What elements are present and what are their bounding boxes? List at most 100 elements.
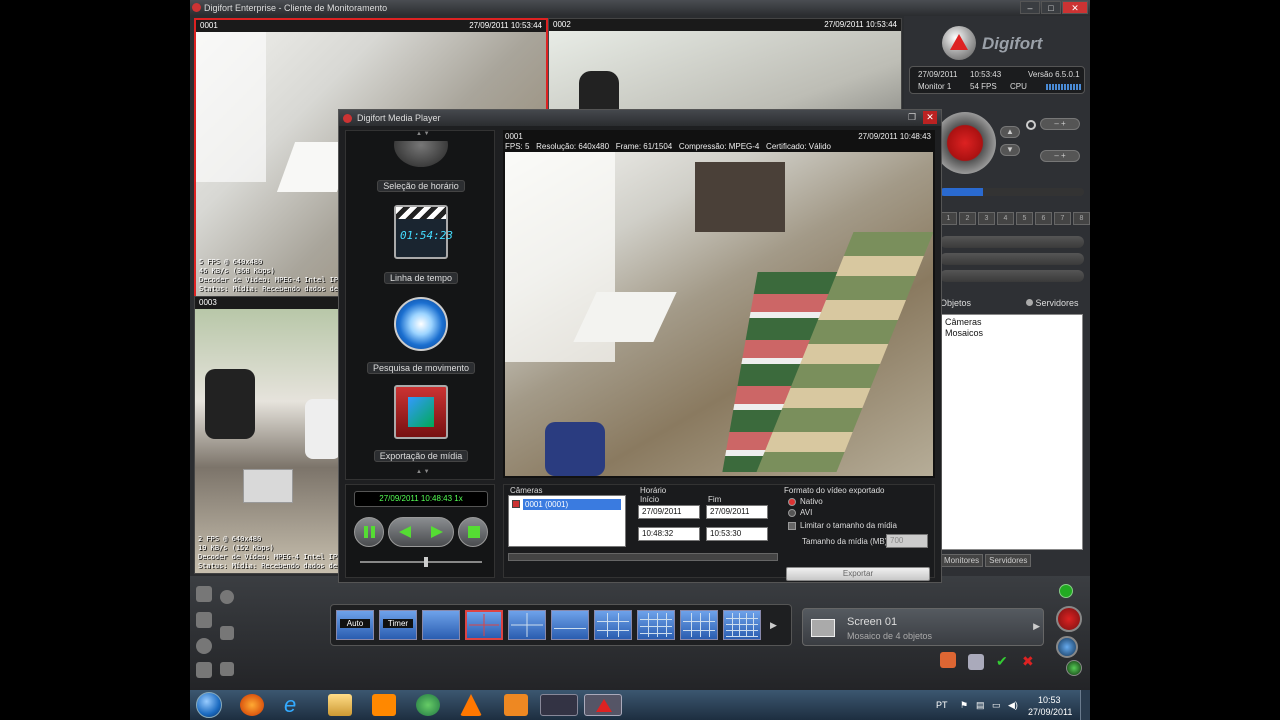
layout-5x5-button[interactable] [723,610,761,640]
maximize-button[interactable]: □ [1041,1,1061,14]
document-icon[interactable] [220,662,234,676]
clock-icon[interactable] [394,141,448,167]
speed-slider-handle[interactable] [424,557,428,567]
preset-button[interactable]: 4 [997,212,1014,225]
restore-button[interactable]: ❐ [905,111,919,124]
car-icon[interactable] [196,662,212,678]
pause-button[interactable] [354,517,384,547]
screen-next-icon[interactable]: ▶ [1033,621,1040,632]
trash-icon[interactable] [968,654,984,670]
preset-button[interactable]: 8 [1073,212,1090,225]
tab-objects[interactable]: Objetos [940,298,971,308]
end-time-field[interactable]: 10:53:30 [706,527,768,541]
check-icon[interactable]: ✔ [996,654,1012,670]
taskbar-digifort-icon[interactable] [540,694,578,716]
layout-scroll-right-icon[interactable]: ▶ [770,620,778,630]
zoom-down-button[interactable]: ▼ [1000,144,1020,156]
camera-list-item[interactable]: 0001 (0001) [523,499,621,510]
preset-button[interactable]: 2 [959,212,976,225]
show-desktop-button[interactable] [1080,690,1090,720]
layout-2x2-button[interactable] [465,610,503,640]
ie-icon[interactable]: e [284,694,308,716]
camera-checkbox[interactable] [512,500,520,508]
messenger-icon[interactable] [416,694,440,716]
iris-slider[interactable] [940,188,1084,196]
layout-4x3-button[interactable] [680,610,718,640]
layout-1plus5-button[interactable] [551,610,589,640]
motion-search-icon[interactable] [394,297,448,351]
tree-item-cameras[interactable]: Câmeras [945,317,1078,328]
vlc-icon[interactable] [460,694,482,716]
info-button[interactable] [1056,636,1078,658]
firefox-icon[interactable] [240,694,264,716]
format-avi-radio[interactable] [788,509,796,517]
layout-auto-button[interactable]: Auto [336,610,374,640]
menu-scroll-icon[interactable]: ▲ ▼ [416,131,430,137]
focus-control[interactable]: – + [1040,150,1080,162]
layout-3x3b-button[interactable] [594,610,632,640]
gear-icon[interactable] [196,586,212,602]
preset-button[interactable]: 7 [1054,212,1071,225]
menu-timeline[interactable]: Linha de tempo [346,272,496,284]
taskbar-digifort-client[interactable] [584,694,622,716]
tree-item-mosaics[interactable]: Mosaicos [945,328,1078,339]
export-button[interactable]: Exportar [786,567,930,581]
network-tray-icon[interactable]: ▤ [976,700,985,711]
ptz-joystick[interactable] [934,112,996,174]
cancel-icon[interactable]: ✖ [1022,654,1038,670]
preset-dropdown[interactable] [940,236,1084,248]
playback-video-image[interactable] [505,152,933,476]
start-time-field[interactable]: 10:48:32 [638,527,700,541]
zoom-up-button[interactable]: ▲ [1000,126,1020,138]
speed-slider[interactable] [360,557,482,567]
zoom-control[interactable]: – + [1040,118,1080,130]
tab-servers-bottom[interactable]: Servidores [985,554,1032,567]
preset-button[interactable]: 1 [940,212,957,225]
preset-button[interactable]: 5 [1016,212,1033,225]
clock-date[interactable]: 27/09/2011 [1028,707,1072,717]
flag-icon[interactable]: ⚑ [960,700,968,711]
timeline-clapboard-icon[interactable]: 01:54:23 [394,205,453,259]
grid-icon[interactable] [220,626,234,640]
network-icon[interactable] [1066,660,1082,676]
tab-servers[interactable]: Servidores [1026,298,1079,308]
clock-time[interactable]: 10:53 [1038,695,1061,705]
format-native-radio[interactable] [788,498,796,506]
media-export-icon[interactable] [394,385,448,439]
export-icon[interactable] [940,652,956,668]
close-button[interactable]: ✕ [1062,1,1088,14]
record-icon[interactable] [220,590,234,604]
screen-selector[interactable]: Screen 01 Mosaico de 4 objetos ▶ [802,608,1044,646]
limit-size-checkbox[interactable] [788,522,796,530]
zoom-icon[interactable] [1026,120,1036,130]
explorer-icon[interactable] [328,694,352,716]
layout-3x3-button[interactable] [508,610,546,640]
preset-button[interactable]: 3 [978,212,995,225]
menu-motion-search[interactable]: Pesquisa de movimento [346,362,496,374]
outlook-icon[interactable] [372,694,396,716]
eye-icon[interactable] [196,638,212,654]
menu-scroll-bottom-icon[interactable]: ▲ ▼ [416,469,430,475]
film-icon[interactable] [196,612,212,628]
volume-icon[interactable]: ◀) [1008,700,1018,711]
step-back-button[interactable] [399,526,411,538]
end-date-field[interactable]: 27/09/2011 [706,505,768,519]
display-tray-icon[interactable]: ▭ [992,700,1001,711]
start-date-field[interactable]: 27/09/2011 [638,505,700,519]
media-player-close-button[interactable]: ✕ [923,111,937,124]
menu-media-export[interactable]: Exportação de mídia [346,450,496,462]
menu-time-selection[interactable]: Seleção de horário [346,180,496,192]
tour-dropdown[interactable] [940,270,1084,282]
tab-monitors[interactable]: Monitores [940,554,984,567]
stop-button[interactable] [458,517,488,547]
preset-button[interactable]: 6 [1035,212,1052,225]
layout-1x1-button[interactable] [422,610,460,640]
layout-4x4-button[interactable] [637,610,675,640]
power-button[interactable] [1056,606,1082,632]
layout-timer-button[interactable]: Timer [379,610,417,640]
minimize-button[interactable]: – [1020,1,1040,14]
media-player-icon[interactable] [504,694,528,716]
app-titlebar[interactable]: Digifort Enterprise - Cliente de Monitor… [190,0,1090,16]
start-button[interactable] [196,692,222,718]
language-indicator[interactable]: PT [936,700,948,710]
